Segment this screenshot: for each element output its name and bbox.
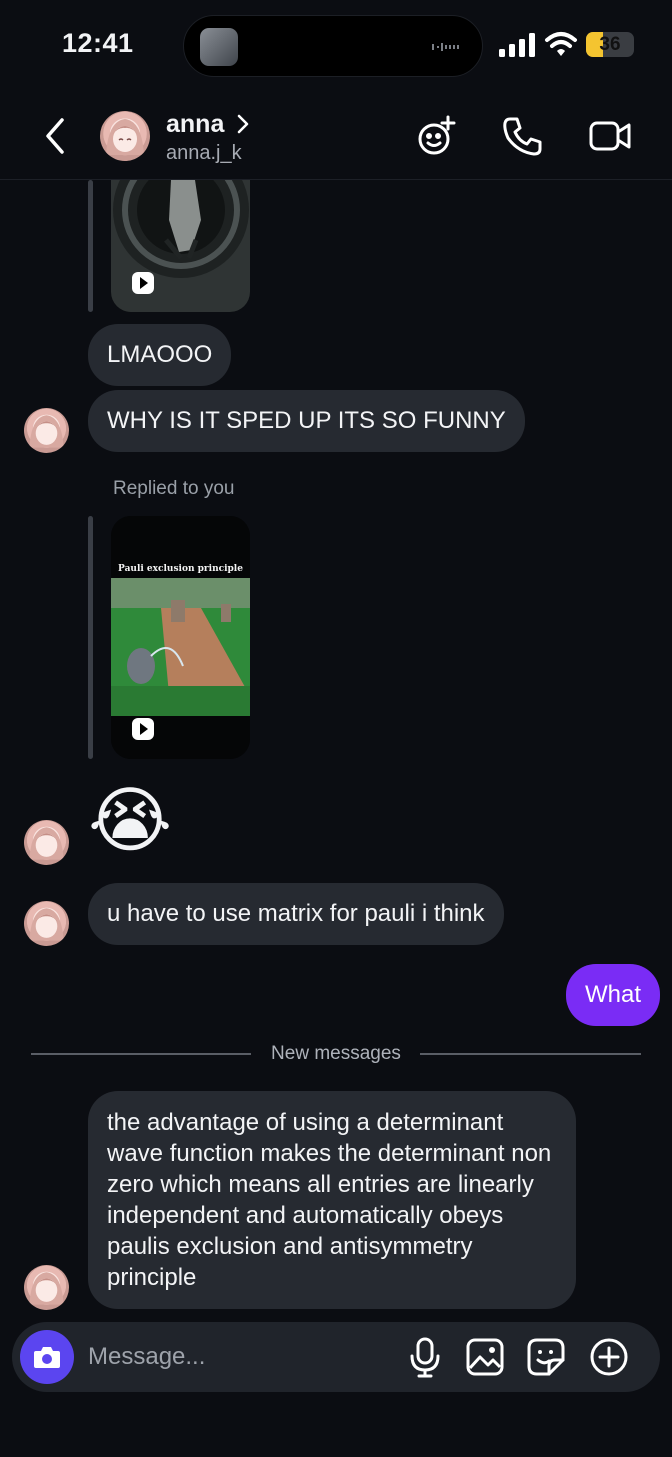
- gallery-icon[interactable]: [464, 1336, 506, 1378]
- dynamic-island[interactable]: [183, 15, 483, 77]
- camera-icon: [34, 1347, 60, 1368]
- sender-avatar[interactable]: [24, 408, 69, 453]
- contact-avatar[interactable]: [100, 111, 150, 161]
- back-arrow-icon[interactable]: [40, 116, 72, 156]
- message-composer: [12, 1322, 660, 1392]
- add-icon[interactable]: [588, 1336, 630, 1378]
- avatar-illustration: [29, 827, 64, 860]
- replied-to-you-label: Replied to you: [113, 478, 235, 499]
- sender-avatar[interactable]: [24, 901, 69, 946]
- message-input[interactable]: [88, 1338, 388, 1376]
- wifi-icon: [545, 32, 577, 56]
- contact-name[interactable]: anna: [166, 110, 224, 139]
- sender-avatar[interactable]: [24, 820, 69, 865]
- shared-reel-card[interactable]: Pauli exclusion principle: [111, 516, 250, 759]
- contact-username[interactable]: anna.j_k: [166, 142, 242, 165]
- message-bubble[interactable]: LMAOOO: [88, 324, 232, 386]
- avatar-illustration: [29, 908, 64, 941]
- microphone-icon[interactable]: [404, 1336, 446, 1378]
- reply-indicator-bar: [88, 180, 93, 312]
- add-effect-icon[interactable]: [415, 114, 459, 158]
- avatar-illustration: [106, 119, 144, 155]
- message-bubble[interactable]: u have to use matrix for pauli i think: [88, 883, 504, 945]
- audio-wave-icon: [432, 43, 459, 51]
- avatar-illustration: [29, 415, 64, 448]
- emoji-message[interactable]: 😭: [88, 776, 172, 866]
- status-time: 12:41: [62, 28, 134, 58]
- sender-avatar[interactable]: [24, 1265, 69, 1310]
- now-playing-thumbnail: [200, 28, 238, 66]
- battery-icon: 36: [586, 32, 634, 57]
- video-call-icon[interactable]: [588, 114, 632, 158]
- separator-line-right: [420, 1053, 641, 1055]
- message-bubble[interactable]: WHY IS IT SPED UP ITS SO FUNNY: [88, 390, 525, 452]
- sent-message-bubble[interactable]: What: [565, 964, 660, 1026]
- phone-call-icon[interactable]: [500, 114, 544, 158]
- message-bubble[interactable]: the advantage of using a determinant wav…: [88, 1091, 576, 1309]
- battery-percent: 36: [599, 34, 621, 55]
- chevron-right-icon[interactable]: [236, 113, 250, 135]
- shared-reel-card[interactable]: [111, 180, 250, 312]
- header-divider: [0, 179, 672, 180]
- reel-caption: Pauli exclusion principle: [118, 564, 243, 574]
- signal-icon: [499, 33, 535, 57]
- reply-indicator-bar: [88, 516, 93, 759]
- avatar-illustration: [29, 1272, 64, 1305]
- play-icon: [132, 718, 154, 740]
- sticker-icon[interactable]: [525, 1336, 567, 1378]
- play-icon: [132, 272, 154, 294]
- camera-button[interactable]: [20, 1330, 74, 1384]
